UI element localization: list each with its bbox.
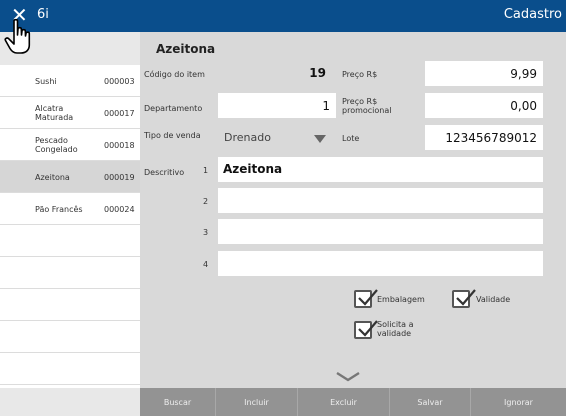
- tipo-venda-label: Tipo de venda: [144, 131, 201, 140]
- title-bar: ✕ 6i Cadastro: [0, 0, 566, 32]
- preco-promo-label: Preço R$ promocional: [342, 97, 392, 115]
- excluir-button[interactable]: Excluir: [297, 388, 389, 416]
- list-item-empty[interactable]: [0, 321, 140, 353]
- tipo-venda-value: Drenado: [224, 131, 271, 144]
- lote-value: 123456789012: [445, 131, 537, 145]
- descritivo-line-number: 4: [203, 260, 209, 269]
- list-item-empty[interactable]: [0, 353, 140, 385]
- list-item-code: 000017: [104, 108, 135, 118]
- descritivo-line-2[interactable]: [217, 187, 544, 214]
- descritivo-line-4[interactable]: [217, 250, 544, 277]
- list-item-name: Pão Francês: [35, 204, 83, 214]
- hand-pointer-icon: [4, 18, 31, 54]
- lote-field[interactable]: 123456789012: [424, 124, 544, 151]
- descritivo-line-3[interactable]: [217, 218, 544, 245]
- list-item-empty[interactable]: [0, 225, 140, 257]
- tipo-venda-select[interactable]: Drenado: [217, 124, 337, 151]
- preco-field[interactable]: 9,99: [424, 60, 544, 87]
- preco-label: Preço R$: [342, 70, 378, 79]
- salvar-button[interactable]: Salvar: [389, 388, 470, 416]
- solicita-validade-checkbox[interactable]: [354, 320, 378, 339]
- list-item[interactable]: Alcatra Maturada 000017: [0, 97, 140, 129]
- embalagem-label: Embalagem: [377, 295, 425, 304]
- list-item[interactable]: Pescado Congelado 000018: [0, 129, 140, 161]
- descritivo-line-number: 1: [203, 166, 209, 175]
- validade-label: Validade: [476, 295, 511, 304]
- item-form: Azeitona Código do item 19 Preço R$ 9,99…: [140, 32, 566, 388]
- buscar-button[interactable]: Buscar: [140, 388, 215, 416]
- preco-promo-field[interactable]: 0,00: [424, 92, 544, 119]
- caret-down-icon: [314, 135, 326, 143]
- list-item[interactable]: Pão Francês 000024: [0, 193, 140, 225]
- list-item-empty[interactable]: [0, 289, 140, 321]
- app-title: 6i: [37, 7, 49, 22]
- solicita-validade-label: Solicita a validade: [377, 320, 414, 338]
- lote-label: Lote: [342, 134, 360, 143]
- validade-checkbox[interactable]: [452, 289, 476, 308]
- list-item-name: Azeitona: [35, 172, 70, 182]
- list-item-empty[interactable]: [0, 257, 140, 289]
- checkmark-icon: [456, 289, 476, 306]
- embalagem-checkbox[interactable]: [354, 289, 378, 308]
- codigo-label: Código do item: [144, 70, 205, 79]
- list-item-code: 000024: [104, 204, 135, 214]
- page-title: Azeitona: [156, 42, 216, 56]
- codigo-value: 19: [309, 66, 326, 80]
- list-item-name: Pescado Congelado: [35, 136, 78, 154]
- screen-title: Cadastro: [503, 7, 562, 22]
- descritivo-value: Azeitona: [223, 162, 283, 176]
- descritivo-line-1[interactable]: Azeitona: [217, 156, 544, 183]
- descritivo-line-number: 3: [203, 228, 209, 237]
- chevron-down-icon[interactable]: [335, 371, 361, 383]
- ignorar-button[interactable]: Ignorar: [470, 388, 566, 416]
- list-item-selected[interactable]: Azeitona 000019: [0, 161, 140, 193]
- list-item-name: Sushi: [35, 76, 57, 86]
- preco-promo-value: 0,00: [510, 99, 537, 113]
- departamento-field[interactable]: 1: [217, 92, 337, 119]
- list-item-code: 000019: [104, 172, 135, 182]
- list-item[interactable]: Sushi 000003: [0, 65, 140, 97]
- list-item-code: 000018: [104, 140, 135, 150]
- descritivo-line-number: 2: [203, 197, 209, 206]
- departamento-value: 1: [322, 99, 330, 113]
- list-item-name: Alcatra Maturada: [35, 104, 74, 122]
- preco-value: 9,99: [510, 67, 537, 81]
- incluir-button[interactable]: Incluir: [215, 388, 297, 416]
- checkmark-icon: [358, 320, 378, 337]
- descritivo-label: Descritivo: [144, 168, 185, 177]
- bottom-toolbar: Buscar Incluir Excluir Salvar Ignorar: [140, 388, 566, 416]
- list-item-code: 000003: [104, 76, 135, 86]
- departamento-label: Departamento: [144, 104, 203, 113]
- checkmark-icon: [358, 289, 378, 306]
- list-footer: [0, 388, 140, 416]
